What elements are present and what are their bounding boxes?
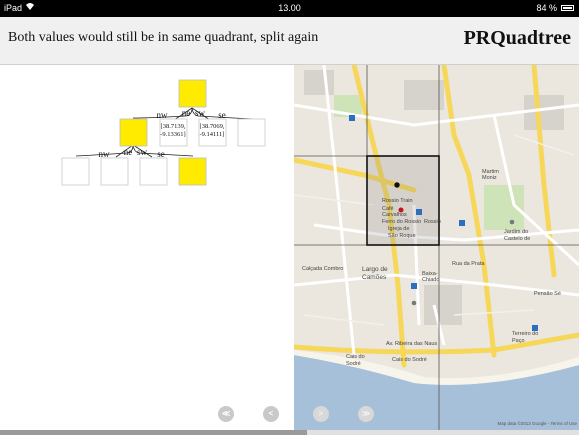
- previous-step-button[interactable]: <: [263, 406, 279, 422]
- map-attribution[interactable]: Map data ©2013 Google - Terms of Use: [497, 420, 577, 426]
- tree-node-nw-se: [178, 157, 207, 186]
- tree-node-se: [237, 118, 266, 147]
- tree-node-nw-sw: [139, 157, 168, 186]
- map-label-moniz: Moniz: [482, 175, 497, 181]
- map-label-paco: Paço: [512, 338, 525, 344]
- map-label-chiado: Chiado: [422, 277, 439, 283]
- node-ne-value-line2: -9.13361]: [160, 131, 185, 138]
- map-label-igreja: Igreja de: [388, 226, 409, 232]
- map-label-terreiro: Terreiro do: [512, 331, 538, 337]
- next-step-button[interactable]: >: [313, 406, 329, 422]
- metro-icon: [459, 220, 465, 226]
- map-label-sodre: Sodré: [346, 361, 361, 367]
- map-label-rossio-train: Rossio Train: [382, 198, 413, 204]
- tree-node-nw-ne: [100, 157, 129, 186]
- edge-label-sw: sw: [195, 108, 206, 118]
- map-label-rua-prata: Rua da Prata: [452, 261, 485, 267]
- map-label-calcada: Calçada Combro: [302, 266, 343, 272]
- edge-label-nw: nw: [157, 110, 169, 120]
- last-step-button[interactable]: ≫: [358, 406, 374, 422]
- tree-node-root: [178, 79, 207, 108]
- tree-panel: nw ne sw se nw ne sw se [38.7139, -9.133…: [0, 65, 294, 430]
- edge-label-l2-se: se: [157, 149, 165, 159]
- edge-label-l2-sw: sw: [137, 147, 148, 157]
- edge-label-ne: ne: [182, 108, 191, 118]
- status-bar: iPad 13.00 84 %: [0, 0, 579, 17]
- node-sw-value-line2: -9.14111]: [200, 131, 225, 138]
- map-label-ferro: Ferro do Rossio: [382, 219, 421, 225]
- map-label-largo: Largo de: [362, 266, 388, 273]
- step-description: Both values would still be in same quadr…: [8, 30, 319, 45]
- map-label-jardim: Jardim do: [504, 229, 528, 235]
- map-label-cais-sodre: Cais do Sodré: [392, 357, 427, 363]
- metro-icon: [411, 283, 417, 289]
- map-label-carvalhos: Carvalhos: [382, 212, 407, 218]
- map-label-cais: Cais do: [346, 354, 365, 360]
- metro-icon: [349, 115, 355, 121]
- first-step-button[interactable]: ≪: [218, 406, 234, 422]
- app-title: PRQuadtree: [463, 27, 571, 49]
- map-view[interactable]: Rossio Train Café Carvalhos Ferro do Ros…: [294, 65, 579, 430]
- edge-label-se: se: [218, 110, 226, 120]
- point-a-marker: [394, 182, 400, 188]
- map-canvas[interactable]: Rossio Train Café Carvalhos Ferro do Ros…: [294, 65, 579, 430]
- map-label-rossio: Rossio: [424, 219, 441, 225]
- map-label-sao-roque: São Roque: [388, 233, 416, 239]
- edge-label-l2-nw: nw: [99, 149, 111, 159]
- battery-percent: 84 %: [536, 3, 557, 13]
- battery-icon: [561, 5, 574, 11]
- header-bar: Both values would still be in same quadr…: [0, 17, 579, 65]
- point-d-marker: [411, 300, 417, 306]
- node-ne-value-line1: [38.7139,: [161, 123, 186, 130]
- progress-track[interactable]: [0, 430, 579, 435]
- edge-label-l2-ne: ne: [124, 147, 133, 157]
- tree-node-nw: [119, 118, 148, 147]
- quadtree-diagram: nw ne sw se nw ne sw se [38.7139, -9.133…: [61, 79, 266, 186]
- tree-node-nw-nw: [61, 157, 90, 186]
- map-label-camoes: Camões: [362, 274, 387, 281]
- progress-thumb[interactable]: [0, 430, 307, 435]
- node-sw-value-line1: [38.7069,: [200, 123, 225, 130]
- metro-icon: [416, 209, 422, 215]
- map-label-castelo: Castelo de: [504, 236, 530, 242]
- status-time: 13.00: [278, 3, 301, 13]
- map-label-av-ribeira: Av. Ribeira das Naus: [386, 341, 437, 347]
- point-c-marker: [509, 219, 515, 225]
- map-label-pensao: Pensão Sé: [534, 291, 561, 297]
